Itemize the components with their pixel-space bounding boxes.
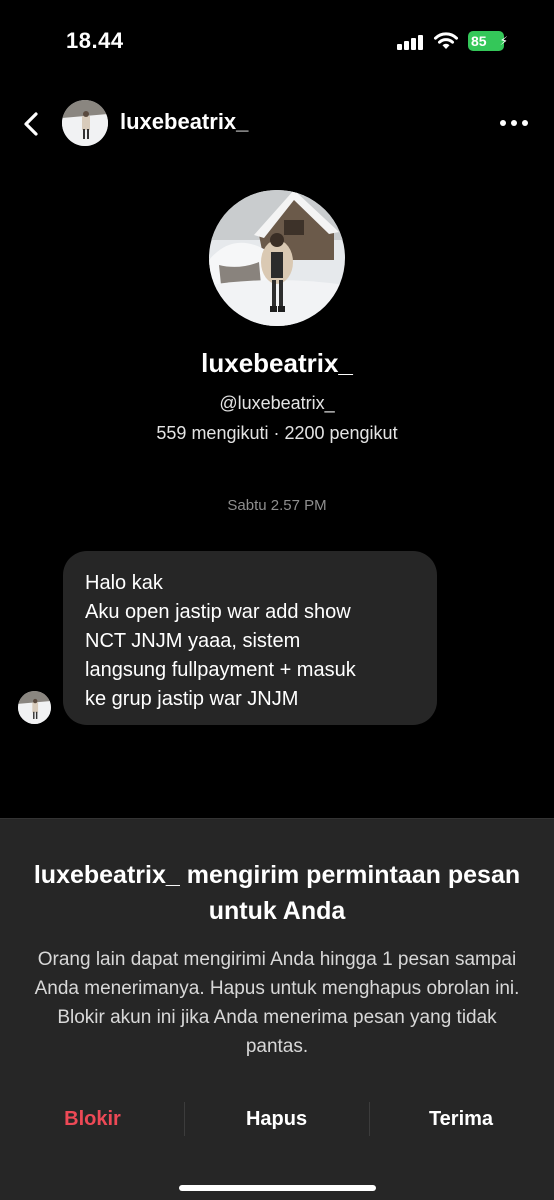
request-title: luxebeatrix_ mengirim permintaan pesan u… — [33, 861, 521, 925]
message-line: Aku open jastip war add show — [85, 601, 351, 623]
request-actions: Blokir Hapus Terima — [0, 1099, 554, 1139]
battery-icon: 85 ⚡ — [468, 31, 508, 51]
request-description: Orang lain dapat mengirimi Anda hingga 1… — [34, 949, 520, 1057]
message-line: NCT JNJM yaaa, sistem — [85, 630, 301, 652]
accept-button[interactable]: Terima — [370, 1099, 552, 1139]
status-bar: 18.44 85 ⚡ — [0, 0, 554, 80]
status-time: 18.44 — [66, 28, 124, 53]
profile-name: luxebeatrix_ — [201, 348, 353, 378]
message-bubble[interactable]: Halo kak Aku open jastip war add show NC… — [63, 551, 437, 725]
header-avatar[interactable] — [62, 100, 108, 146]
message-timestamp: Sabtu 2.57 PM — [227, 497, 327, 514]
profile-stats: 559 mengikuti · 2200 pengikut — [156, 423, 398, 443]
header-username[interactable]: luxebeatrix_ — [120, 109, 248, 135]
chat-header: luxebeatrix_ — [0, 96, 554, 152]
delete-button[interactable]: Hapus — [185, 1099, 368, 1139]
block-button[interactable]: Blokir — [20, 1099, 165, 1139]
profile-handle: @luxebeatrix_ — [219, 393, 335, 413]
message-line: ke grup jastip war JNJM — [85, 688, 299, 710]
sender-avatar[interactable] — [18, 691, 51, 724]
message-request-sheet: luxebeatrix_ mengirim permintaan pesan u… — [0, 818, 554, 1200]
home-indicator[interactable] — [179, 1185, 376, 1191]
charging-bolt-icon: ⚡ — [499, 34, 508, 48]
back-arrow-icon — [24, 112, 38, 136]
message-line: langsung fullpayment + masuk — [85, 659, 356, 681]
more-options-icon — [500, 120, 528, 126]
more-options-button[interactable] — [496, 108, 532, 138]
back-button[interactable] — [14, 104, 50, 144]
message-line: Halo kak — [85, 572, 163, 594]
signal-icon — [397, 34, 423, 50]
profile-photo[interactable] — [209, 190, 345, 326]
wifi-icon — [433, 31, 459, 51]
